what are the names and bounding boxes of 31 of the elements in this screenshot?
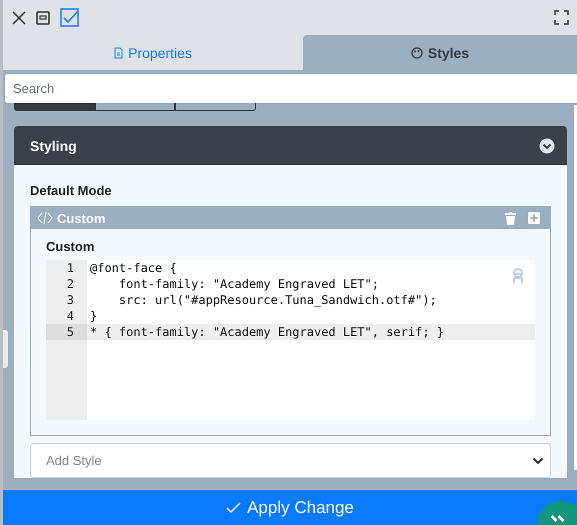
code-line: }: [89, 308, 98, 324]
code-line: @font-face {: [89, 260, 178, 276]
apply-change-button[interactable]: Apply Change: [3, 490, 577, 525]
add-style-dropdown[interactable]: Add Style: [30, 443, 551, 478]
line-number: 2: [66, 276, 75, 292]
fullscreen-icon[interactable]: [554, 10, 569, 25]
double-chevron-icon: [550, 514, 565, 523]
document-icon: [114, 46, 124, 58]
search-field[interactable]: Search: [5, 74, 577, 103]
line-number: 3: [66, 292, 75, 308]
section-header[interactable]: Styling: [14, 126, 567, 165]
tab[interactable]: Styles: [303, 35, 577, 70]
code-editor[interactable]: 1 2 3 4 5 @font-face { font-family: "Academy Engraved LET"; src: url("#appResource.Tuna_Sandwich.otf#"); } * { font-family: "Academy Engraved LET", serif; }: [46, 260, 535, 420]
segment-button[interactable]: [94, 103, 176, 111]
code-line: src: url("#appResource.Tuna_Sandwich.otf#");: [118, 292, 438, 308]
close-icon[interactable]: [12, 10, 26, 24]
chevron-down-icon: [532, 456, 544, 464]
segment-button[interactable]: [175, 103, 256, 111]
line-number: 5: [46, 324, 87, 340]
window-icon[interactable]: [36, 10, 50, 24]
checkbox-icon[interactable]: [60, 8, 79, 27]
code-line: font-family: "Academy Engraved LET";: [118, 276, 380, 292]
line-number: 4: [66, 308, 75, 324]
field-label: Custom: [46, 239, 96, 254]
style-title: Custom: [57, 210, 106, 226]
code-icon: [37, 211, 53, 225]
line-number: 1: [66, 260, 75, 276]
mode-label: Default Mode: [30, 183, 113, 198]
check-icon: [226, 502, 242, 514]
chevron-icon[interactable]: [539, 138, 555, 154]
section-title: Styling: [30, 138, 77, 154]
